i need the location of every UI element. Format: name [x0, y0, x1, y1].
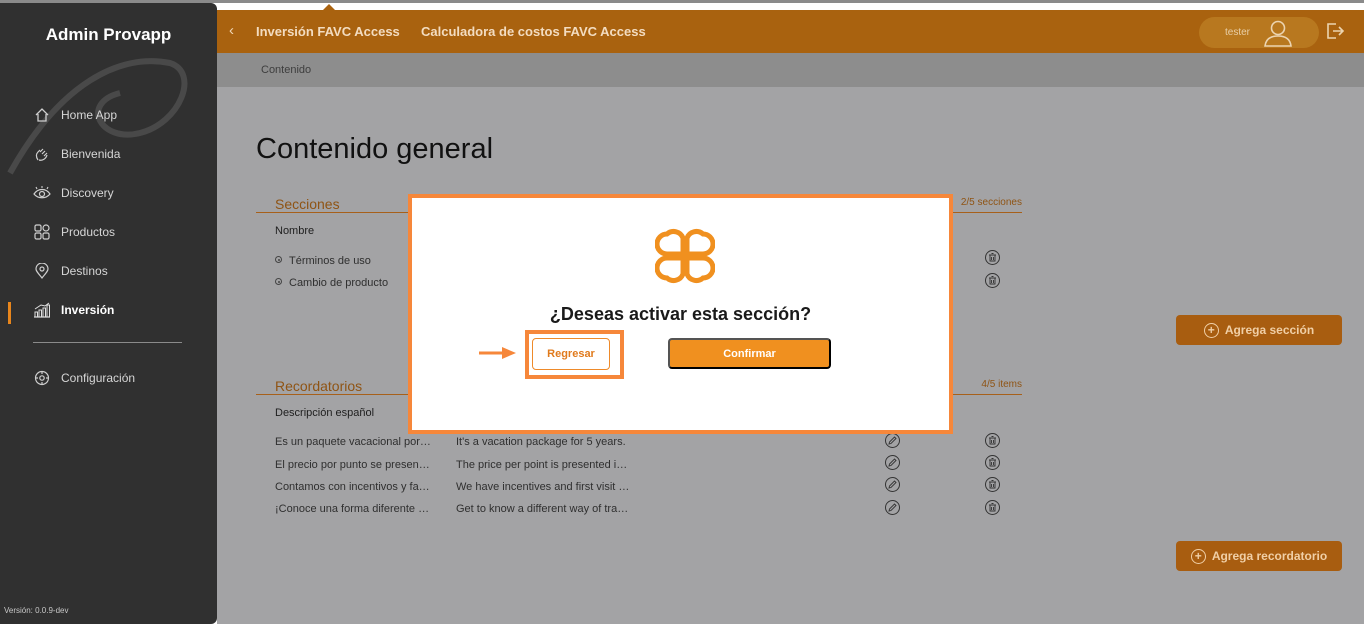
secciones-count: 2/5 secciones	[960, 197, 1022, 208]
sidebar-item-destinos[interactable]: Destinos	[33, 261, 108, 281]
sidebar-item-label: Inversión	[61, 303, 115, 317]
plus-circle-icon: +	[1203, 322, 1219, 338]
username: tester	[1225, 27, 1251, 38]
sidebar-item-home-app[interactable]: Home App	[33, 105, 117, 125]
column-header-nombre: Nombre	[275, 225, 315, 237]
breadcrumb-calculadora[interactable]: Calculadora de costos FAVC Access	[421, 24, 646, 39]
table-cell-en: The price per point is presented i…	[456, 459, 628, 471]
trash-icon[interactable]	[985, 273, 1000, 288]
table-cell-en: It's a vacation package for 5 years.	[456, 436, 626, 448]
bar-chart-icon	[33, 301, 51, 319]
pointer-arrow-icon	[479, 347, 516, 359]
add-section-button[interactable]: + Agrega sección	[1176, 315, 1342, 345]
confirm-button[interactable]: Confirmar	[668, 338, 831, 369]
trash-icon[interactable]	[985, 455, 1000, 470]
plus-circle-icon: +	[1190, 548, 1206, 564]
table-cell-es: Es un paquete vacacional por…	[275, 436, 431, 448]
column-header-descripcion: Descripción español	[275, 407, 375, 419]
edit-pencil-icon[interactable]	[885, 477, 900, 492]
sidebar-item-inversion[interactable]: Inversión	[33, 300, 114, 320]
eye-icon	[33, 184, 51, 202]
grid-icon	[33, 223, 51, 241]
dialog-question: ¿Deseas activar esta sección?	[549, 304, 812, 324]
confirm-dialog: ¿Deseas activar esta sección? Regresar C…	[408, 194, 953, 434]
sidebar-item-configuracion[interactable]: Configuración	[33, 368, 135, 388]
add-reminder-button[interactable]: + Agrega recordatorio	[1176, 541, 1342, 571]
user-menu[interactable]: tester	[1199, 17, 1319, 48]
radio-icon	[275, 256, 282, 263]
hand-wave-icon	[33, 145, 51, 163]
table-cell-es: Contamos con incentivos y fa…	[275, 481, 430, 493]
sidebar: Admin Provapp Home App Bienvenida Discov…	[0, 3, 217, 624]
sidebar-item-label: Destinos	[61, 264, 108, 278]
back-chevron-icon[interactable]: ‹	[229, 22, 234, 39]
trash-icon[interactable]	[985, 500, 1000, 515]
sidebar-item-bienvenida[interactable]: Bienvenida	[33, 144, 120, 164]
sub-header: Contenido	[217, 53, 1364, 87]
version-label: Versión: 0.0.9-dev	[4, 606, 69, 615]
secciones-label: Secciones	[275, 196, 340, 212]
breadcrumb-inversion[interactable]: Inversión FAVC Access	[256, 24, 400, 39]
table-cell-es: ¡Conoce una forma diferente …	[275, 503, 430, 515]
recordatorios-count: 4/5 items	[981, 379, 1022, 390]
trash-icon[interactable]	[985, 433, 1000, 448]
subheader-label: Contenido	[261, 64, 312, 76]
breadcrumb-caret	[323, 4, 335, 10]
active-indicator	[8, 302, 11, 324]
sidebar-item-productos[interactable]: Productos	[33, 222, 115, 242]
edit-pencil-icon[interactable]	[885, 500, 900, 515]
recordatorios-label: Recordatorios	[275, 378, 363, 394]
sidebar-item-discovery[interactable]: Discovery	[33, 183, 114, 203]
user-avatar-icon	[1263, 19, 1293, 52]
table-cell-es: El precio por punto se presen…	[275, 459, 430, 471]
list-item[interactable]: Términos de uso	[275, 255, 371, 267]
edit-pencil-icon[interactable]	[885, 455, 900, 470]
sidebar-item-label: Configuración	[61, 371, 136, 385]
top-bar: ‹ Inversión FAVC Access Calculadora de c…	[217, 4, 1364, 53]
trash-icon[interactable]	[985, 477, 1000, 492]
app-brand: Admin Provapp	[45, 25, 172, 44]
page-title: Contenido general	[256, 133, 494, 165]
table-cell-en: We have incentives and first visit …	[456, 481, 630, 493]
list-item[interactable]: Cambio de producto	[275, 277, 388, 289]
sidebar-item-label: Productos	[61, 225, 116, 239]
logout-icon[interactable]	[1325, 21, 1345, 46]
sidebar-item-label: Home App	[61, 108, 118, 122]
gear-icon	[33, 369, 51, 387]
edit-pencil-icon[interactable]	[885, 433, 900, 448]
sidebar-item-label: Bienvenida	[61, 147, 121, 161]
sidebar-divider	[33, 342, 182, 343]
trash-icon[interactable]	[985, 250, 1000, 265]
table-cell-en: Get to know a different way of tra…	[456, 503, 629, 515]
radio-icon	[275, 278, 282, 285]
sidebar-item-label: Discovery	[61, 186, 114, 200]
location-pin-icon	[33, 262, 51, 280]
back-button[interactable]: Regresar	[532, 338, 610, 370]
clover-logo-icon	[654, 226, 716, 291]
home-icon	[33, 106, 51, 124]
